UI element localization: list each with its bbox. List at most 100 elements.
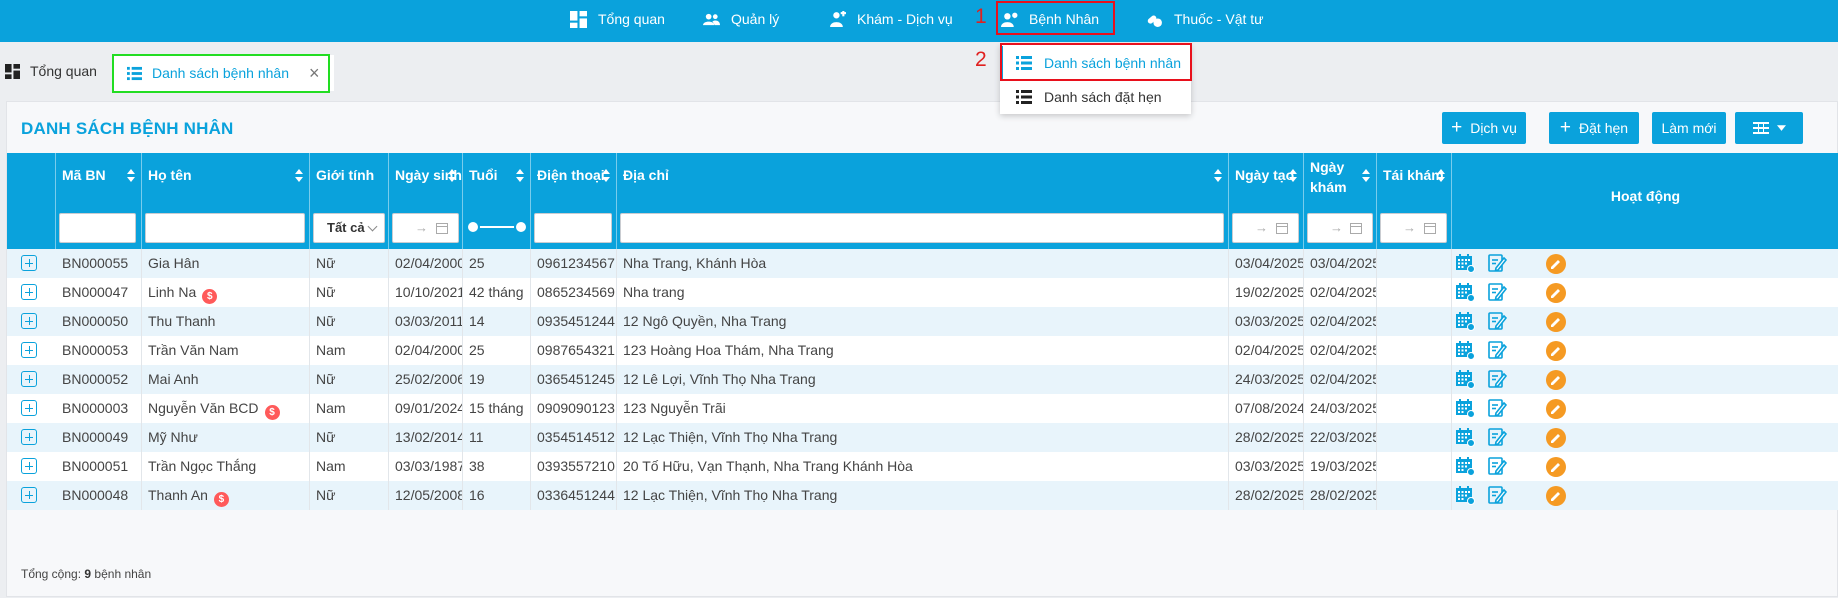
col-created[interactable]: Ngày tạo → — [1229, 153, 1304, 249]
edit-button[interactable] — [1546, 428, 1566, 448]
filter-visit-range[interactable]: → — [1307, 213, 1373, 243]
filter-created-range[interactable]: → — [1232, 213, 1299, 243]
table-row[interactable]: BN000055 Gia Hân Nữ 02/04/2000 25 0961234567 N… — [7, 249, 1838, 278]
edit-note-icon[interactable] — [1487, 485, 1507, 505]
tab-patient-list[interactable]: Danh sách bệnh nhân × — [113, 55, 334, 91]
edit-button[interactable] — [1546, 370, 1566, 390]
sort-icon[interactable] — [448, 167, 456, 183]
edit-button[interactable] — [1546, 399, 1566, 419]
col-dob[interactable]: Ngày sinh → — [389, 153, 463, 249]
edit-note-icon[interactable] — [1487, 456, 1507, 476]
expand-row-icon[interactable] — [21, 429, 37, 445]
button-label: Đặt hẹn — [1579, 120, 1629, 136]
edit-note-icon[interactable] — [1487, 253, 1507, 273]
total-number: 9 — [84, 567, 92, 581]
filter-revisit-range[interactable]: → — [1380, 213, 1447, 243]
calendar-schedule-icon[interactable] — [1455, 456, 1475, 476]
calendar-schedule-icon[interactable] — [1455, 427, 1475, 447]
close-icon[interactable]: × — [309, 63, 320, 84]
edit-button[interactable] — [1546, 341, 1566, 361]
filter-name-input[interactable] — [145, 213, 305, 243]
edit-button[interactable] — [1546, 312, 1566, 332]
add-service-button[interactable]: + Dịch vụ — [1442, 112, 1526, 144]
slider-handle-min[interactable] — [466, 220, 480, 234]
expand-row-icon[interactable] — [21, 284, 37, 300]
expand-row-icon[interactable] — [21, 313, 37, 329]
cell-age: 14 — [463, 307, 531, 336]
col-revisit[interactable]: Tái khám → — [1377, 153, 1452, 249]
add-appointment-button[interactable]: + Đặt hẹn — [1549, 112, 1639, 144]
edit-button[interactable] — [1546, 254, 1566, 274]
edit-note-icon[interactable] — [1487, 369, 1507, 389]
cell-revisit — [1377, 249, 1452, 278]
nav-exam-service[interactable]: Khám - Dịch vụ — [829, 0, 953, 38]
table-row[interactable]: BN000050 Thu Thanh Nữ 03/03/2011 14 093545124… — [7, 307, 1838, 336]
cell-phone-value: 0987654321 — [537, 342, 615, 358]
calendar-schedule-icon[interactable] — [1455, 311, 1475, 331]
expand-row-icon[interactable] — [21, 458, 37, 474]
sort-icon[interactable] — [1362, 167, 1370, 183]
table-row[interactable]: BN000052 Mai Anh Nữ 25/02/2006 19 0365451245 1… — [7, 365, 1838, 394]
sort-icon[interactable] — [295, 167, 303, 183]
table-row[interactable]: BN000049 Mỹ Như Nữ 13/02/2014 11 0354514512 12… — [7, 423, 1838, 452]
filter-phone-input[interactable] — [534, 213, 612, 243]
filter-gender-select[interactable]: Tất cả — [313, 213, 385, 243]
edit-note-icon[interactable] — [1487, 340, 1507, 360]
calendar-schedule-icon[interactable] — [1455, 369, 1475, 389]
expand-row-icon[interactable] — [21, 487, 37, 503]
table-row[interactable]: BN000051 Trần Ngọc Thắng Nam 03/03/1987 38 03… — [7, 452, 1838, 481]
table-row[interactable]: BN000003 Nguyễn Văn BCD $ Nam 09/01/2024 15 t… — [7, 394, 1838, 423]
col-name[interactable]: Họ tên — [142, 153, 310, 249]
col-visit[interactable]: Ngày khám → — [1304, 153, 1377, 249]
column-toggle-button[interactable] — [1735, 112, 1803, 144]
calendar-schedule-icon[interactable] — [1455, 398, 1475, 418]
columns-icon — [1752, 122, 1769, 134]
edit-button[interactable] — [1546, 283, 1566, 303]
nav-management[interactable]: Quản lý — [703, 0, 779, 38]
col-code[interactable]: Mã BN — [56, 153, 142, 249]
tab-dashboard[interactable]: Tổng quan — [5, 54, 97, 88]
edit-note-icon[interactable] — [1487, 398, 1507, 418]
edit-note-icon[interactable] — [1487, 427, 1507, 447]
expand-row-icon[interactable] — [21, 255, 37, 271]
edit-note-icon[interactable] — [1487, 282, 1507, 302]
sort-icon[interactable] — [1437, 167, 1445, 183]
calendar-schedule-icon[interactable] — [1455, 340, 1475, 360]
menu-item-patient-list[interactable]: Danh sách bệnh nhân — [1000, 46, 1191, 79]
cell-visit: 02/04/2025 — [1304, 336, 1377, 365]
col-gender[interactable]: Giới tính Tất cả — [310, 153, 389, 249]
edit-note-icon[interactable] — [1487, 311, 1507, 331]
nav-dashboard[interactable]: Tổng quan — [570, 0, 665, 38]
nav-patient[interactable]: Bệnh Nhân — [1001, 0, 1099, 38]
table-row[interactable]: BN000053 Trần Văn Nam Nam 02/04/2000 25 09876… — [7, 336, 1838, 365]
expand-row-icon[interactable] — [21, 342, 37, 358]
calendar-schedule-icon[interactable] — [1455, 253, 1475, 273]
col-age[interactable]: Tuổi — [463, 153, 531, 249]
nav-medicine-supplies[interactable]: Thuốc - Vật tư — [1146, 0, 1264, 38]
filter-dob-range[interactable]: → — [392, 213, 459, 243]
sort-icon[interactable] — [1289, 167, 1297, 183]
sort-icon[interactable] — [602, 167, 610, 183]
col-phone[interactable]: Điện thoại — [531, 153, 617, 249]
calendar-schedule-icon[interactable] — [1455, 485, 1475, 505]
edit-button[interactable] — [1546, 457, 1566, 477]
expand-row-icon[interactable] — [21, 400, 37, 416]
sort-icon[interactable] — [1214, 167, 1222, 183]
expand-row-icon[interactable] — [21, 371, 37, 387]
menu-item-appointment-list[interactable]: Danh sách đặt hẹn — [1000, 80, 1191, 113]
filter-code-input[interactable] — [59, 213, 136, 243]
sort-icon[interactable] — [516, 167, 524, 183]
cell-name: Thanh An $ — [142, 481, 310, 510]
filter-address-input[interactable] — [620, 213, 1224, 243]
table-row[interactable]: BN000047 Linh Na $ Nữ 10/10/2021 42 tháng 0865… — [7, 278, 1838, 307]
slider-handle-max[interactable] — [514, 220, 528, 234]
cell-address-value: 12 Ngô Quyền, Nha Trang — [623, 313, 787, 329]
cell-address: 20 Tố Hữu, Vạn Thạnh, Nha Trang Khánh Hò… — [617, 452, 1229, 481]
dashboard-icon — [5, 63, 20, 79]
calendar-schedule-icon[interactable] — [1455, 282, 1475, 302]
col-address[interactable]: Địa chỉ — [617, 153, 1229, 249]
table-row[interactable]: BN000048 Thanh An $ Nữ 12/05/2008 16 033645124… — [7, 481, 1838, 510]
refresh-button[interactable]: Làm mới — [1652, 112, 1726, 144]
sort-icon[interactable] — [127, 167, 135, 183]
edit-button[interactable] — [1546, 486, 1566, 506]
